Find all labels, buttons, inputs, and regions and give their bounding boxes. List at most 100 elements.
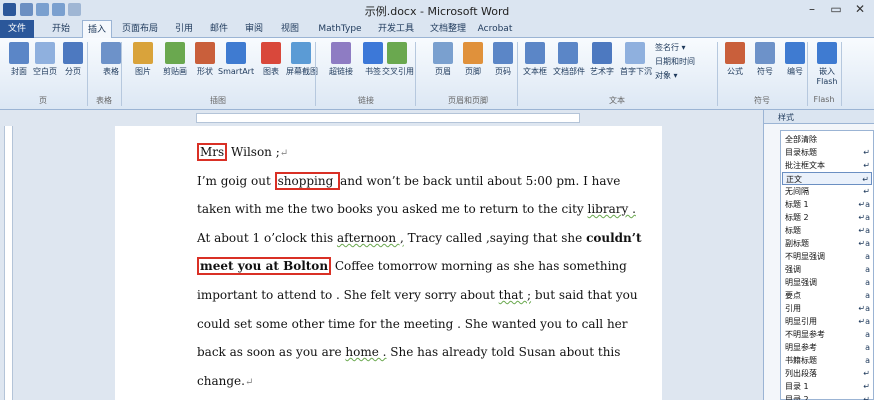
tab-9[interactable]: 开发工具: [372, 20, 420, 38]
ribbon-button-4-1[interactable]: 页脚: [458, 42, 488, 77]
ribbon-button-7-0[interactable]: 嵌入 Flash: [812, 42, 842, 87]
document-line-1[interactable]: I’m goig out shopping and won’t be back …: [197, 171, 620, 190]
document-line-6[interactable]: could set some other time for the meetin…: [197, 317, 628, 331]
ribbon-button-2-5[interactable]: 屏幕截图: [286, 42, 318, 77]
style-item-name: 明显强调: [785, 278, 817, 287]
tab-2[interactable]: 插入: [82, 20, 112, 39]
ribbon-button-2-2[interactable]: 形状: [190, 42, 220, 77]
style-item[interactable]: 列出段落 ↵: [782, 367, 872, 380]
tab-8[interactable]: MathType: [312, 20, 368, 38]
tab-4[interactable]: 引用: [168, 20, 200, 38]
ribbon-small-button-2[interactable]: 对象 ▾: [655, 70, 678, 81]
style-item[interactable]: 引用 ↵a: [782, 302, 872, 315]
style-item[interactable]: 强调 a: [782, 263, 872, 276]
ribbon-button-3-0[interactable]: 超链接: [326, 42, 356, 77]
style-item[interactable]: 标题 1 ↵a: [782, 198, 872, 211]
ribbon-button-icon: [35, 42, 55, 64]
tab-3[interactable]: 页面布局: [116, 20, 164, 38]
vertical-ruler[interactable]: [0, 126, 16, 400]
style-item[interactable]: 不明显参考 a: [782, 328, 872, 341]
style-type-icon: a: [865, 356, 870, 365]
tab-0[interactable]: 文件: [0, 20, 34, 38]
style-item[interactable]: 不明显强调 a: [782, 250, 872, 263]
tab-10[interactable]: 文档整理: [424, 20, 472, 38]
ribbon-button-2-3[interactable]: SmartArt: [218, 42, 254, 77]
document-line-2[interactable]: taken with me the two books you asked me…: [197, 202, 636, 216]
style-item[interactable]: 全部清除: [782, 133, 872, 146]
ribbon-button-label: 形状: [197, 67, 213, 76]
ribbon-button-6-1[interactable]: 符号: [750, 42, 780, 77]
ribbon-button-3-2[interactable]: 交叉引用: [382, 42, 414, 77]
style-item-name: 明显引用: [785, 317, 817, 326]
document-line-8[interactable]: change.↵: [197, 374, 253, 388]
style-item[interactable]: 目录 2 ↵: [782, 393, 872, 400]
text-run: taken with me the two books you asked me…: [197, 202, 588, 217]
style-item[interactable]: 正文 ↵: [782, 172, 872, 185]
ribbon-small-button-1[interactable]: 日期和时间: [655, 56, 695, 67]
ribbon-button-6-2[interactable]: 编号: [780, 42, 810, 77]
style-type-icon: a: [865, 278, 870, 287]
ribbon-button-2-4[interactable]: 图表: [256, 42, 286, 77]
tab-5[interactable]: 邮件: [204, 20, 234, 38]
ribbon-button-2-0[interactable]: 图片: [128, 42, 158, 77]
highlighted-phrase: Mrs: [197, 143, 228, 161]
style-item-name: 引用: [785, 304, 801, 313]
ribbon-button-5-2[interactable]: 艺术字: [587, 42, 617, 77]
style-type-icon: ↵: [863, 382, 870, 391]
ribbon-button-5-0[interactable]: 文本框: [520, 42, 550, 77]
horizontal-ruler[interactable]: [196, 113, 580, 123]
style-item-name: 不明显参考: [785, 330, 825, 339]
style-item[interactable]: 目录 1 ↵: [782, 380, 872, 393]
highlighted-phrase: shopping: [274, 171, 341, 190]
text-run: that ;: [498, 288, 532, 302]
ribbon-button-label: 空白页: [33, 67, 57, 76]
style-item[interactable]: 标题 ↵a: [782, 224, 872, 237]
maximize-button[interactable]: ▭: [824, 0, 848, 18]
style-type-icon: a: [865, 330, 870, 339]
style-type-icon: a: [865, 291, 870, 300]
style-item-name: 全部清除: [785, 135, 817, 144]
style-item[interactable]: 要点 a: [782, 289, 872, 302]
style-item[interactable]: 副标题 ↵a: [782, 237, 872, 250]
style-type-icon: ↵a: [858, 200, 870, 209]
style-item[interactable]: 明显强调 a: [782, 276, 872, 289]
ribbon-button-5-1[interactable]: 文档部件: [553, 42, 585, 77]
style-type-icon: ↵: [863, 161, 870, 170]
style-type-icon: a: [865, 252, 870, 261]
ribbon-button-0-1[interactable]: 空白页: [30, 42, 60, 77]
document-line-5[interactable]: important to attend to . She felt very s…: [197, 288, 638, 302]
tab-7[interactable]: 视图: [274, 20, 306, 38]
ribbon-button-2-1[interactable]: 剪贴画: [160, 42, 190, 77]
ribbon-button-4-0[interactable]: 页眉: [428, 42, 458, 77]
document-line-3[interactable]: At about 1 o’clock this afternoon , Trac…: [197, 231, 642, 245]
tab-1[interactable]: 开始: [44, 20, 78, 38]
ribbon-button-4-2[interactable]: 页码: [488, 42, 518, 77]
ribbon-button-5-3[interactable]: 首字下沉: [620, 42, 652, 77]
ribbon-group-label-5: 文本: [609, 96, 625, 105]
ribbon-small-button-0[interactable]: 签名行 ▾: [655, 42, 686, 53]
style-type-icon: ↵a: [858, 304, 870, 313]
ribbon-button-label: 艺术字: [590, 67, 614, 76]
minimize-button[interactable]: –: [800, 0, 824, 18]
document-line-7[interactable]: back as soon as you are home . She has a…: [197, 345, 620, 359]
close-button[interactable]: ✕: [848, 0, 872, 18]
styles-pane-title: 样式: [778, 113, 794, 122]
style-item[interactable]: 批注框文本 ↵: [782, 159, 872, 172]
style-item[interactable]: 明显引用 ↵a: [782, 315, 872, 328]
ribbon-button-0-2[interactable]: 分页: [58, 42, 88, 77]
ribbon-button-6-0[interactable]: 公式: [720, 42, 750, 77]
style-item[interactable]: 明显参考 a: [782, 341, 872, 354]
ribbon-group-label-6: 符号: [754, 96, 770, 105]
style-item[interactable]: 无间隔 ↵: [782, 185, 872, 198]
style-item[interactable]: 目录标题 ↵: [782, 146, 872, 159]
ribbon-button-label: 编号: [787, 67, 803, 76]
style-item[interactable]: 书籍标题 a: [782, 354, 872, 367]
style-item[interactable]: 标题 2 ↵a: [782, 211, 872, 224]
ribbon-button-icon: [755, 42, 775, 64]
ribbon-button-label: 页脚: [465, 67, 481, 76]
tab-6[interactable]: 审阅: [238, 20, 270, 38]
document-line-4[interactable]: meet you at Bolton Coffee tomorrow morni…: [197, 257, 627, 276]
tab-11[interactable]: Acrobat: [476, 20, 514, 38]
ribbon-button-icon: [592, 42, 612, 64]
document-line-0[interactable]: Mrs Wilson ;↵: [197, 143, 288, 161]
